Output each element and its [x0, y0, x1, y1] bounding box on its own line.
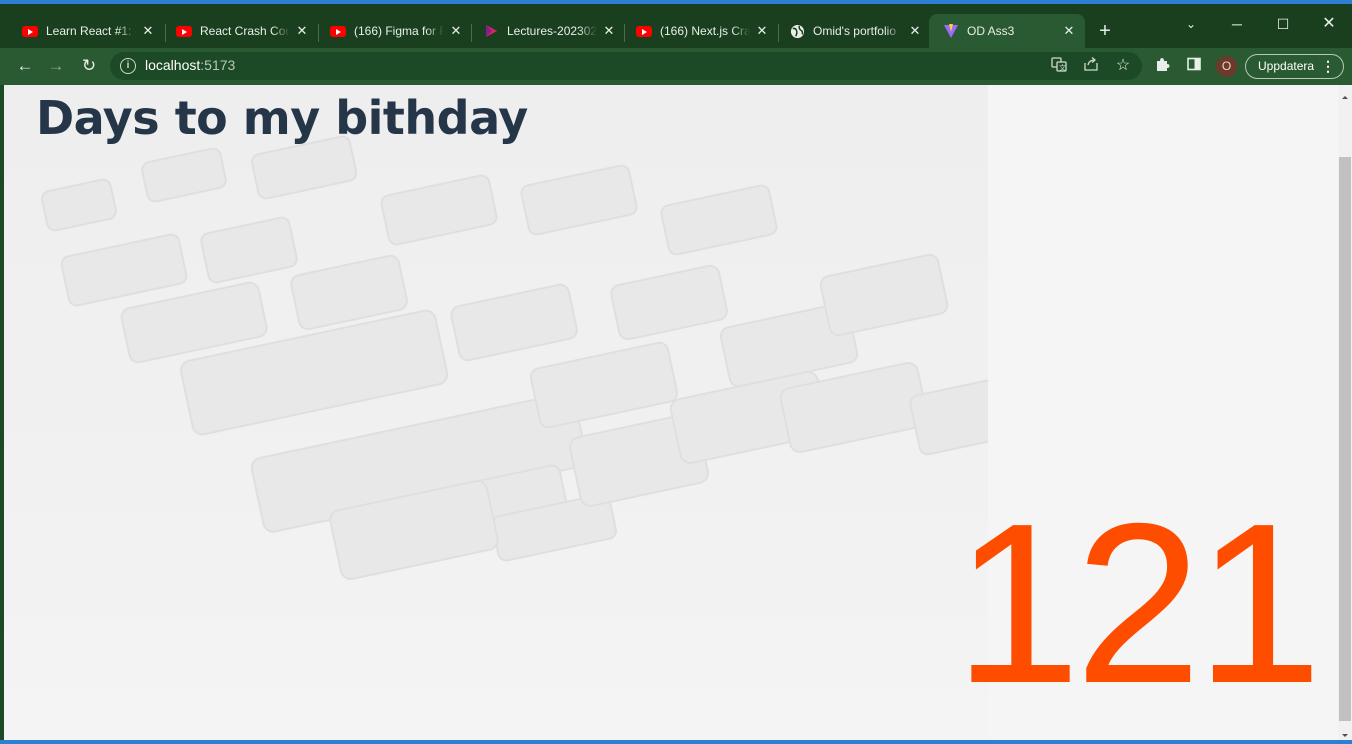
- update-button[interactable]: Uppdatera ⋮: [1245, 54, 1344, 79]
- forward-arrow-icon[interactable]: →: [42, 52, 70, 80]
- url-text[interactable]: localhost:5173: [145, 57, 235, 73]
- scrollbar-thumb[interactable]: [1339, 157, 1351, 721]
- side-panel-icon[interactable]: [1184, 56, 1204, 76]
- page-heading: Days to my bithday: [36, 91, 528, 145]
- close-icon[interactable]: ✕: [601, 23, 617, 39]
- days-countdown-number: 121: [954, 477, 1322, 731]
- tab-learn-react[interactable]: Learn React #1: Intro ✕: [8, 14, 164, 48]
- tab-title: (166) Figma for Front: [354, 24, 444, 38]
- url-host: localhost: [145, 57, 201, 73]
- play-icon: [483, 23, 499, 39]
- tab-title: Lectures-20230215: [507, 24, 597, 38]
- close-icon[interactable]: ✕: [907, 23, 923, 39]
- tab-portfolio[interactable]: Omid's portfolio ✕: [775, 14, 931, 48]
- close-icon[interactable]: ✕: [140, 23, 156, 39]
- close-icon[interactable]: ✕: [754, 23, 770, 39]
- tab-react-crash-course[interactable]: React Crash Course ✕: [162, 14, 318, 48]
- tab-strip: Learn React #1: Intro ✕ React Crash Cour…: [0, 4, 1352, 48]
- more-menu-icon[interactable]: ⋮: [1321, 55, 1335, 78]
- url-port: :5173: [200, 57, 236, 73]
- youtube-icon: [176, 23, 192, 39]
- page-viewport: Days to my bithday 121: [4, 85, 1338, 740]
- maximize-icon[interactable]: ☐: [1260, 10, 1306, 38]
- extensions-puzzle-icon[interactable]: [1152, 56, 1172, 76]
- close-icon[interactable]: ✕: [1061, 23, 1077, 39]
- minimize-icon[interactable]: ─: [1214, 10, 1260, 38]
- youtube-icon: [636, 23, 652, 39]
- youtube-icon: [22, 23, 38, 39]
- tab-lectures[interactable]: Lectures-20230215 ✕: [469, 14, 625, 48]
- globe-icon: [789, 23, 805, 39]
- new-tab-button[interactable]: +: [1094, 20, 1116, 42]
- window-bottom-edge: [0, 740, 1352, 744]
- close-icon[interactable]: ✕: [294, 23, 310, 39]
- back-arrow-icon[interactable]: ←: [11, 52, 39, 80]
- scroll-up-arrow-icon[interactable]: [1340, 88, 1350, 99]
- svg-text:文: 文: [1059, 63, 1066, 72]
- tab-search-chevron-icon[interactable]: ⌄: [1168, 10, 1214, 38]
- tab-figma[interactable]: (166) Figma for Front ✕: [316, 14, 472, 48]
- update-label: Uppdatera: [1258, 59, 1315, 73]
- tab-title: Omid's portfolio: [813, 24, 896, 38]
- site-info-icon[interactable]: i: [120, 58, 136, 74]
- share-icon[interactable]: [1081, 56, 1101, 76]
- keyboard-background-image: [4, 85, 1029, 740]
- window-close-icon[interactable]: ✕: [1306, 10, 1352, 38]
- tab-title: OD Ass3: [967, 24, 1015, 38]
- tab-nextjs[interactable]: (166) Next.js Crash ✕: [622, 14, 778, 48]
- close-icon[interactable]: ✕: [448, 23, 464, 39]
- vite-icon: [943, 23, 959, 39]
- translate-icon[interactable]: 文: [1049, 56, 1069, 76]
- profile-avatar[interactable]: O: [1216, 56, 1237, 77]
- address-bar[interactable]: [110, 52, 1142, 80]
- tab-od-ass3[interactable]: OD Ass3 ✕: [929, 14, 1085, 48]
- tab-title: React Crash Course: [200, 24, 290, 38]
- youtube-icon: [330, 23, 346, 39]
- scroll-down-arrow-icon[interactable]: [1340, 727, 1350, 737]
- tab-title: (166) Next.js Crash: [660, 24, 750, 38]
- tab-title: Learn React #1: Intro: [46, 24, 136, 38]
- reload-icon[interactable]: ↻: [75, 52, 103, 80]
- bookmark-star-icon[interactable]: ☆: [1113, 56, 1133, 76]
